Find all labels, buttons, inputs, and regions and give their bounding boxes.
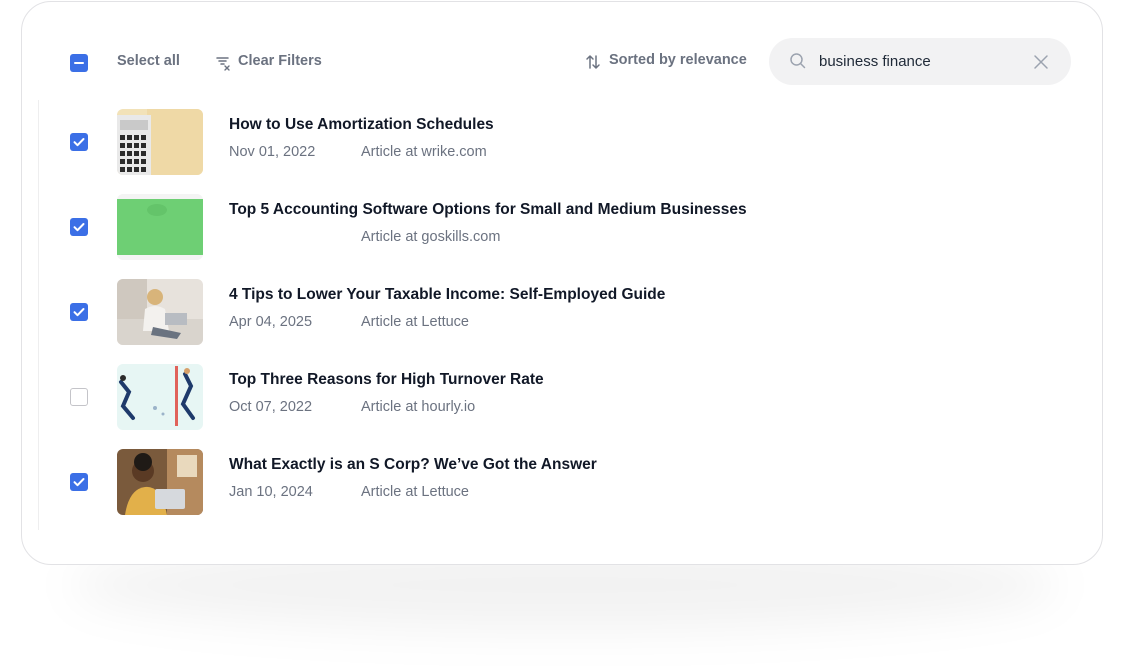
select-all-label[interactable]: Select all (117, 53, 180, 69)
calculator-thumbnail (117, 109, 203, 175)
select-all-checkbox[interactable] (70, 54, 88, 72)
article-title[interactable]: How to Use Amortization Schedules (229, 116, 494, 134)
clear-search-icon[interactable] (1033, 54, 1049, 70)
list-item[interactable]: What Exactly is an S Corp? We’ve Got the… (22, 447, 1102, 517)
item-checkbox[interactable] (70, 388, 88, 406)
article-source: Article at Lettuce (361, 484, 469, 500)
article-title[interactable]: What Exactly is an S Corp? We’ve Got the… (229, 456, 597, 474)
item-checkbox[interactable] (70, 303, 88, 321)
article-source: Article at goskills.com (361, 229, 501, 245)
article-source: Article at Lettuce (361, 314, 469, 330)
toolbar: Select all Clear Filters Sorted by relev… (22, 2, 1102, 102)
article-date: Nov 01, 2022 (229, 144, 316, 160)
clear-filters-button[interactable]: Clear Filters (215, 52, 330, 74)
article-source: Article at hourly.io (361, 399, 476, 415)
sort-arrows-icon (586, 55, 600, 69)
illustration-thumbnail (117, 364, 203, 430)
green-thumbnail (117, 194, 203, 260)
search-input[interactable] (819, 50, 1019, 72)
item-checkbox[interactable] (70, 133, 88, 151)
list-item[interactable]: 4 Tips to Lower Your Taxable Income: Sel… (22, 277, 1102, 347)
article-title[interactable]: 4 Tips to Lower Your Taxable Income: Sel… (229, 286, 665, 304)
item-checkbox[interactable] (70, 218, 88, 236)
woman-laptop-thumbnail (117, 279, 203, 345)
article-title[interactable]: Top 5 Accounting Software Options for Sm… (229, 201, 747, 219)
list-item[interactable]: How to Use Amortization Schedules Nov 01… (22, 107, 1102, 177)
sort-button[interactable]: Sorted by relevance (585, 52, 755, 74)
man-laptop-thumbnail (117, 449, 203, 515)
clear-filter-icon (216, 57, 230, 71)
article-date: Jan 10, 2024 (229, 484, 313, 500)
article-date: Apr 04, 2025 (229, 314, 313, 330)
list-item[interactable]: Top 5 Accounting Software Options for Sm… (22, 192, 1102, 262)
article-date: Oct 07, 2022 (229, 399, 313, 415)
list-item[interactable]: Top Three Reasons for High Turnover Rate… (22, 362, 1102, 432)
search-box (769, 38, 1071, 85)
item-checkbox[interactable] (70, 473, 88, 491)
article-source: Article at wrike.com (361, 144, 487, 160)
sort-label: Sorted by relevance (609, 52, 747, 68)
clear-filters-label: Clear Filters (238, 53, 322, 69)
results-panel: Select all Clear Filters Sorted by relev… (21, 1, 1103, 565)
article-title[interactable]: Top Three Reasons for High Turnover Rate (229, 371, 544, 389)
search-icon (790, 53, 806, 69)
